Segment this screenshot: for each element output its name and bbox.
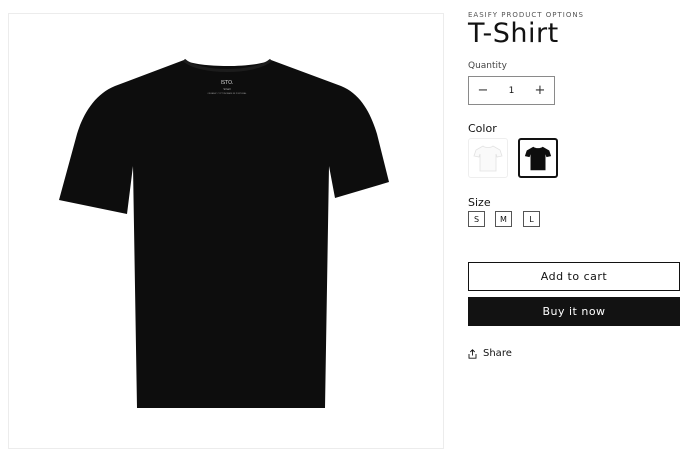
add-to-cart-button[interactable]: Add to cart — [468, 262, 680, 291]
quantity-input[interactable]: 1 — [497, 86, 526, 96]
size-label: Size — [468, 196, 491, 209]
tshirt-image: ISTO. Small ORGANIC COTTON MADE IN PORTU… — [59, 58, 389, 408]
quantity-stepper: − 1 + — [468, 76, 555, 105]
quantity-label: Quantity — [468, 61, 507, 71]
product-title: T-Shirt — [468, 18, 559, 49]
white-tshirt-icon — [473, 145, 503, 172]
share-icon — [468, 348, 477, 359]
share-label: Share — [483, 348, 512, 359]
color-swatch-white[interactable] — [468, 138, 508, 178]
tshirt-label-brand: ISTO. — [220, 80, 233, 86]
quantity-decrease-button[interactable]: − — [469, 83, 497, 98]
tshirt-label-line: Small — [224, 87, 231, 91]
color-swatch-black[interactable] — [518, 138, 558, 178]
share-button[interactable]: Share — [468, 348, 512, 359]
black-tshirt-icon — [524, 146, 552, 171]
tshirt-label-fine: ORGANIC COTTON MADE IN PORTUGAL — [207, 92, 247, 95]
product-image-frame[interactable]: ISTO. Small ORGANIC COTTON MADE IN PORTU… — [8, 13, 444, 449]
buy-it-now-button[interactable]: Buy it now — [468, 297, 680, 326]
quantity-increase-button[interactable]: + — [526, 83, 554, 98]
color-label: Color — [468, 122, 497, 135]
size-option-s[interactable]: S — [468, 211, 485, 227]
size-option-m[interactable]: M — [495, 211, 512, 227]
size-option-l[interactable]: L — [523, 211, 540, 227]
